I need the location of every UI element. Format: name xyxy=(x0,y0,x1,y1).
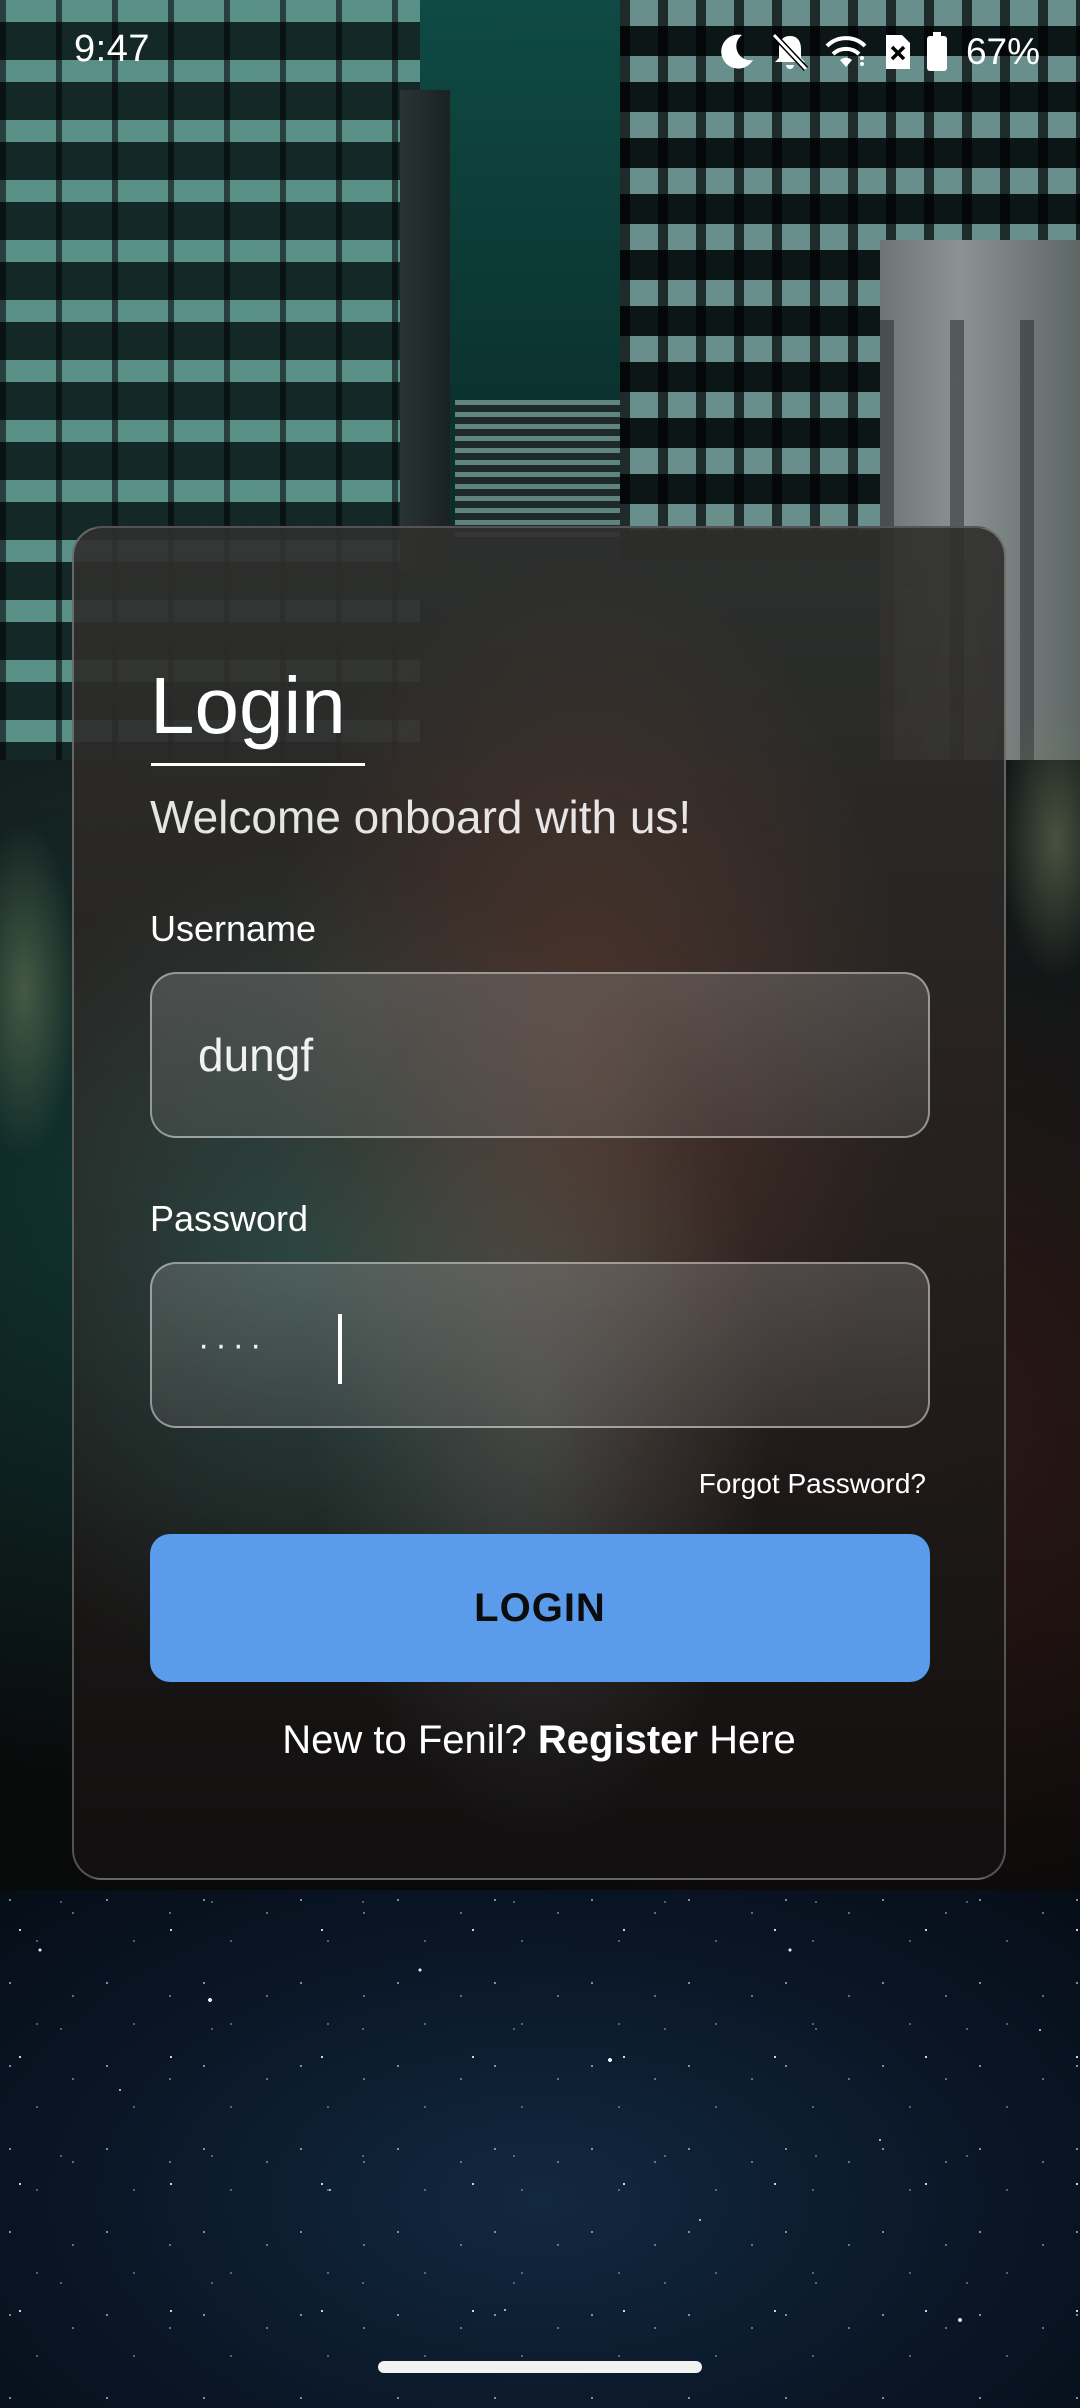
home-indicator[interactable] xyxy=(378,2361,702,2373)
building-left-side xyxy=(400,90,450,570)
login-card: Login Welcome onboard with us! Username … xyxy=(72,526,1006,1880)
status-icons: 67% xyxy=(718,28,1040,76)
page-title: Login xyxy=(150,661,346,750)
background-starfield xyxy=(0,1890,1080,2408)
password-label: Password xyxy=(150,1198,309,1239)
wifi-icon xyxy=(824,34,868,70)
register-prefix-text: New to Fenil? xyxy=(282,1718,538,1762)
text-caret xyxy=(338,1314,342,1384)
password-input[interactable] xyxy=(198,1325,882,1365)
tree-left xyxy=(0,820,80,1160)
bell-off-icon xyxy=(770,31,810,73)
sim-x-icon xyxy=(882,33,912,71)
battery-percent: 67% xyxy=(965,31,1040,72)
username-input[interactable] xyxy=(198,1028,882,1082)
forgot-password-link[interactable]: Forgot Password? xyxy=(699,1468,926,1500)
welcome-subtitle: Welcome onboard with us! xyxy=(150,791,692,843)
register-suffix-text: Here xyxy=(697,1718,796,1762)
username-field[interactable] xyxy=(150,972,930,1138)
battery-icon xyxy=(926,32,948,72)
username-label: Username xyxy=(150,908,317,949)
password-field[interactable] xyxy=(150,1262,930,1428)
building-distant xyxy=(455,400,625,540)
title-underline xyxy=(151,763,365,766)
register-link[interactable]: Register xyxy=(538,1718,698,1762)
status-bar: 9:47 67% xyxy=(0,0,1080,100)
login-button[interactable]: LOGIN xyxy=(150,1534,930,1682)
tree-right xyxy=(1000,700,1080,980)
moon-icon xyxy=(718,32,756,72)
status-time: 9:47 xyxy=(74,28,150,70)
register-prompt: New to Fenil? Register Here xyxy=(74,1718,1004,1763)
